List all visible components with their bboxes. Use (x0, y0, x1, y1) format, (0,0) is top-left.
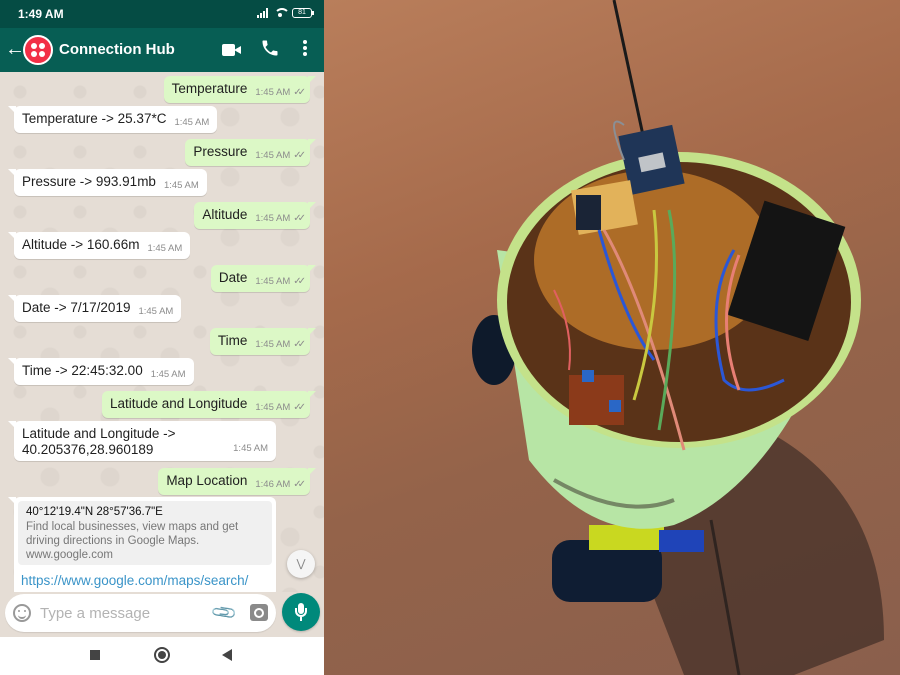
terminal-block (609, 400, 621, 412)
message-incoming: Altitude -> 160.66m 1:45 AM (7, 232, 191, 259)
phone-icon[interactable] (260, 38, 282, 62)
message-text: Date (218, 270, 248, 285)
blue-bracket (659, 530, 704, 552)
camera-icon[interactable] (250, 604, 268, 621)
scroll-to-bottom-button[interactable]: ⋁ (287, 550, 315, 578)
message-outgoing: Altitude 1:45 AM ✓✓ (194, 202, 316, 229)
message-outgoing: Time 1:45 AM ✓✓ (209, 328, 317, 355)
android-nav-bar (0, 637, 324, 675)
read-ticks-icon: ✓✓ (293, 87, 306, 98)
read-ticks-icon: ✓✓ (293, 276, 306, 287)
sensor-board (576, 195, 601, 230)
message-outgoing: Date 1:45 AM ✓✓ (210, 265, 317, 292)
message-text: Altitude -> 160.66m (22, 237, 140, 252)
voice-record-button[interactable] (282, 593, 320, 631)
status-bar: 1:49 AM 81 (0, 0, 324, 28)
avatar[interactable] (23, 35, 53, 65)
chat-header: ← Connection Hub (0, 28, 324, 72)
message-text: Pressure -> 993.91mb (22, 174, 156, 189)
terminal-block (582, 370, 594, 382)
message-time: 1:45 AM (233, 443, 268, 454)
message-text: Altitude (202, 207, 248, 222)
robot-illustration (472, 0, 884, 675)
link-preview-card[interactable]: 40°12'19.4"N 28°57'36.7"E Find local bus… (18, 501, 272, 565)
robot-photo (324, 0, 900, 675)
back-button[interactable] (222, 649, 232, 661)
message-incoming: Date -> 7/17/2019 1:45 AM (7, 295, 182, 322)
message-text: Temperature (171, 81, 248, 96)
message-input[interactable] (40, 603, 205, 623)
message-time: 1:45 AM (255, 339, 291, 350)
signal-icon (257, 8, 268, 18)
read-ticks-icon: ✓✓ (293, 213, 306, 224)
chevron-double-down-icon: ⋁ (296, 558, 306, 570)
message-time: 1:45 AM (147, 243, 183, 254)
arrow-left-icon[interactable]: ← (5, 39, 25, 59)
whatsapp-screen: 1:49 AM 81 ← Connection Hub Temperature 1… (0, 0, 324, 675)
message-text: Time -> 22:45:32.00 (22, 363, 143, 378)
read-ticks-icon: ✓✓ (293, 479, 306, 490)
emoji-icon[interactable] (13, 604, 31, 622)
message-time: 1:45 AM (163, 180, 199, 191)
message-text: Temperature -> 25.37*C (22, 111, 167, 126)
message-text: Date -> 7/17/2019 (22, 300, 131, 315)
message-text: Pressure (193, 144, 248, 159)
read-ticks-icon: ✓✓ (293, 402, 306, 413)
attach-icon[interactable]: 📎 (210, 599, 239, 628)
message-incoming: Pressure -> 993.91mb 1:45 AM (8, 169, 207, 196)
message-composer: 📎 (5, 594, 276, 632)
yellow-motor (589, 525, 664, 550)
message-text: Latitude and Longitude (110, 396, 248, 411)
twilio-logo-icon (31, 43, 45, 57)
message-text-line: 40.205376,28.960189 (22, 442, 154, 457)
antenna-wire (612, 0, 646, 141)
link-preview-title: 40°12'19.4"N 28°57'36.7"E (26, 506, 163, 518)
message-time: 1:45 AM (255, 87, 291, 98)
battery-icon: 81 (292, 8, 314, 18)
message-time: 1:45 AM (255, 150, 291, 161)
chat-title[interactable]: Connection Hub (59, 41, 175, 58)
message-text: Map Location (166, 473, 248, 488)
recents-button[interactable] (90, 650, 100, 660)
message-time: 1:45 AM (174, 117, 210, 128)
read-ticks-icon: ✓✓ (293, 339, 306, 350)
video-call-icon[interactable] (222, 44, 242, 56)
link-preview-domain: www.google.com (26, 549, 113, 561)
message-incoming: Temperature -> 25.37*C 1:45 AM (7, 106, 218, 133)
maps-link[interactable]: https://www.google.com/maps/search/ (21, 573, 248, 588)
home-button[interactable] (154, 647, 170, 663)
message-outgoing: Map Location 1:46 AM ✓✓ (158, 468, 316, 495)
message-list[interactable]: Temperature 1:45 AM ✓✓ Temperature -> 25.3… (0, 72, 324, 592)
more-vert-icon[interactable] (300, 38, 310, 62)
link-message: 40°12'19.4"N 28°57'36.7"E Find local bus… (8, 497, 276, 592)
message-text-line: Latitude and Longitude -> (22, 426, 176, 441)
message-text: Time (217, 333, 248, 348)
message-outgoing: Temperature 1:45 AM ✓✓ (163, 76, 317, 103)
message-incoming: Time -> 22:45:32.00 1:45 AM (8, 358, 194, 385)
message-time: 1:45 AM (255, 213, 291, 224)
link-preview-description: driving directions in Google Maps. (26, 535, 200, 547)
message-incoming: Latitude and Longitude -> 40.205376,28.9… (8, 421, 276, 461)
link-preview-description: Find local businesses, view maps and get (26, 521, 239, 533)
message-outgoing: Pressure 1:45 AM ✓✓ (185, 139, 316, 166)
message-time: 1:46 AM (255, 479, 291, 490)
message-outgoing: Latitude and Longitude 1:45 AM ✓✓ (102, 391, 316, 418)
wifi-icon (274, 8, 290, 18)
message-time: 1:45 AM (255, 276, 291, 287)
status-time: 1:49 AM (18, 7, 64, 21)
message-time: 1:45 AM (138, 306, 174, 317)
read-ticks-icon: ✓✓ (293, 150, 306, 161)
message-time: 1:45 AM (150, 369, 186, 380)
message-time: 1:45 AM (255, 402, 291, 413)
